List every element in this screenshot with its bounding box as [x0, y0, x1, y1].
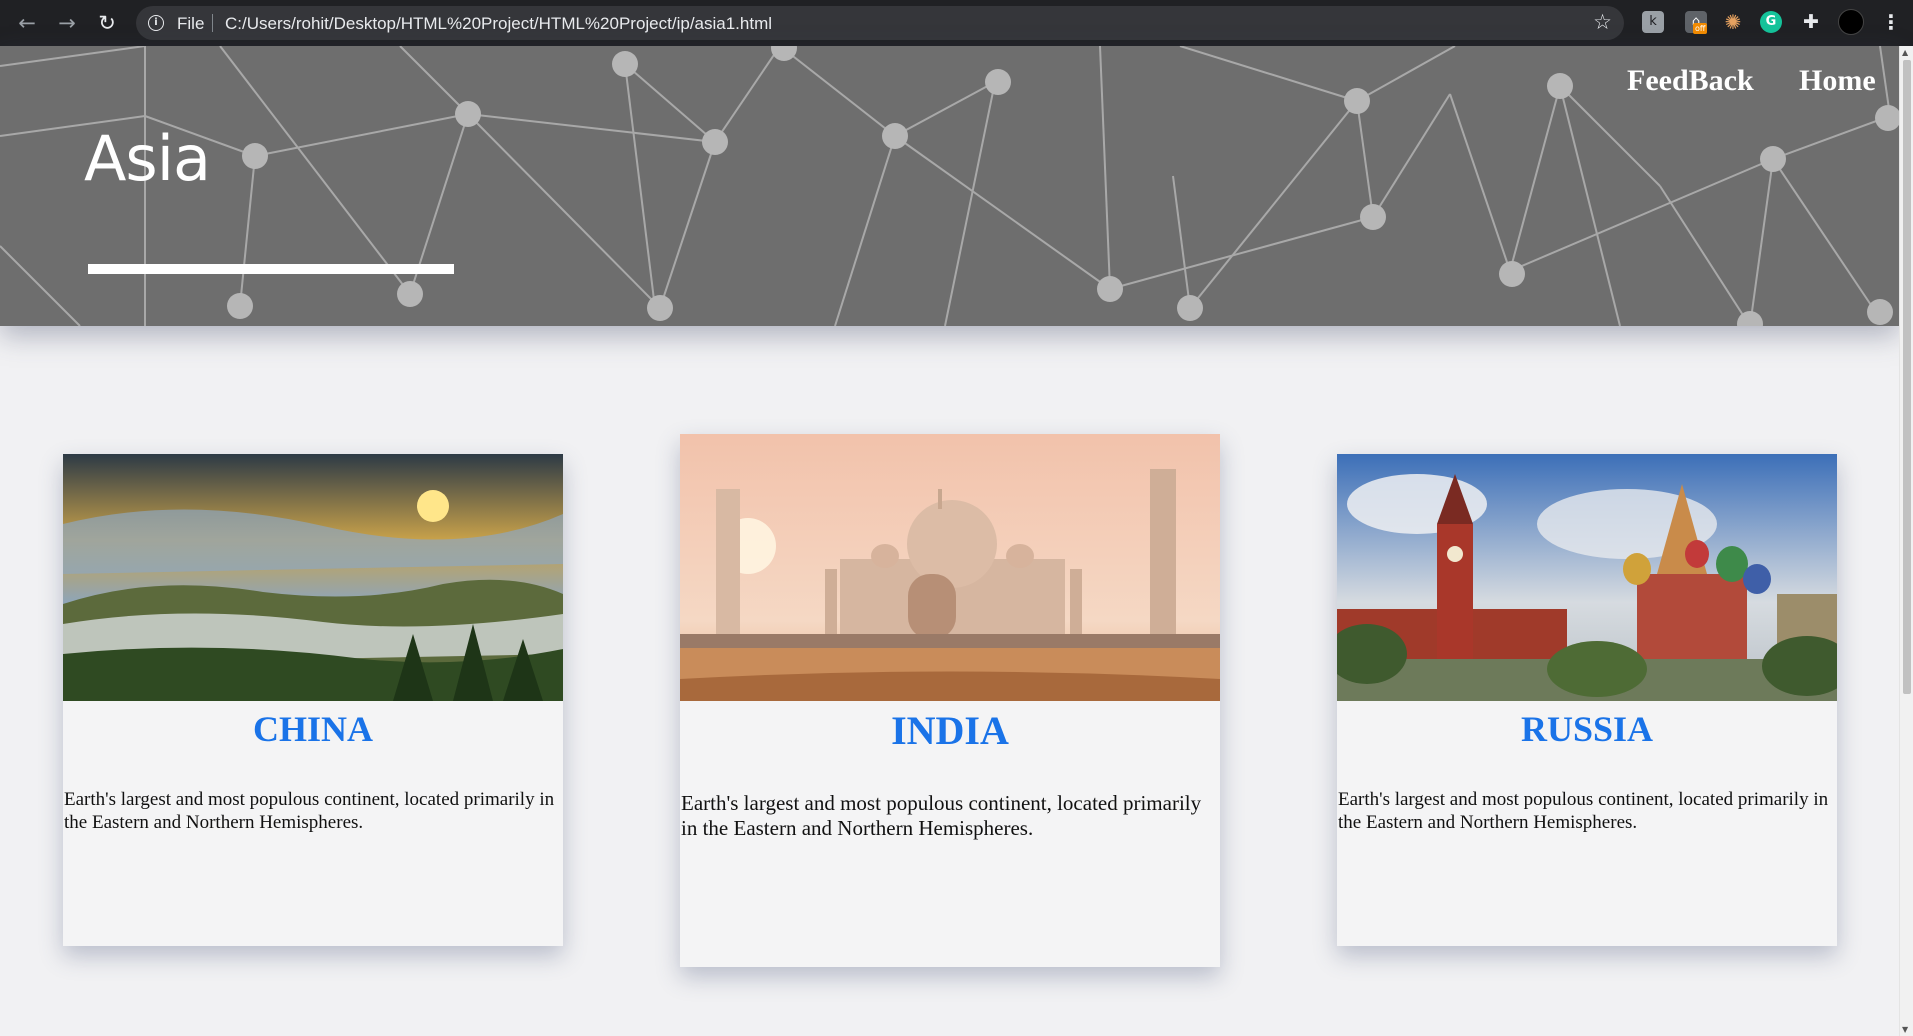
menu-kebab-icon[interactable]: ⋮: [1880, 11, 1902, 33]
scroll-up-icon[interactable]: ▲: [1902, 48, 1908, 57]
scroll-down-icon[interactable]: ▼: [1902, 1025, 1908, 1034]
grammarly-icon[interactable]: G: [1760, 11, 1782, 33]
vertical-scrollbar[interactable]: ▲ ▼: [1899, 46, 1913, 1036]
extension-badge: off: [1693, 23, 1708, 34]
extension-off-icon[interactable]: ⌂ off: [1685, 11, 1708, 34]
cookie-icon[interactable]: ✺: [1722, 11, 1744, 33]
url-text[interactable]: C:/Users/rohit/Desktop/HTML%20Project/HT…: [225, 14, 772, 34]
card-description: Earth's largest and most populous contin…: [681, 791, 1202, 840]
back-icon[interactable]: ←: [12, 8, 42, 38]
card-title: INDIA: [891, 708, 1009, 753]
country-card-russia[interactable]: RUSSIA Earth's largest and most populous…: [1337, 454, 1837, 946]
bookmark-star-icon[interactable]: ☆: [1593, 10, 1612, 34]
title-underline: [88, 264, 454, 274]
reload-icon[interactable]: ↻: [92, 8, 122, 38]
network-pattern: [0, 46, 1899, 326]
country-card-india[interactable]: INDIA Earth's largest and most populous …: [680, 434, 1220, 967]
file-label: File: [177, 14, 205, 33]
page-title: Asia: [84, 122, 211, 195]
extension-icon[interactable]: k: [1642, 11, 1664, 33]
card-title: RUSSIA: [1520, 709, 1654, 749]
scrollbar-thumb[interactable]: [1903, 60, 1911, 694]
profile-avatar[interactable]: [1838, 9, 1864, 35]
divider: [212, 14, 213, 32]
country-card-china[interactable]: CHINA Earth's largest and most populous …: [63, 454, 563, 946]
page: Asia FeedBack Home CHINA Earth's largest…: [0, 46, 1899, 1036]
card-title: CHINA: [252, 709, 373, 749]
forward-icon[interactable]: →: [52, 8, 82, 38]
browser-toolbar: ← → ↻ i File C:/Users/rohit/Desktop/HTML…: [0, 0, 1913, 46]
nav-link-feedback[interactable]: FeedBack: [1627, 64, 1754, 98]
address-bar[interactable]: i File C:/Users/rohit/Desktop/HTML%20Pro…: [136, 6, 1624, 40]
russia-photo: [1337, 454, 1837, 701]
card-description: Earth's largest and most populous contin…: [64, 789, 555, 833]
india-photo: [680, 434, 1220, 701]
card-description: Earth's largest and most populous contin…: [1338, 789, 1829, 833]
extensions-puzzle-icon[interactable]: ✚: [1800, 11, 1822, 33]
china-photo: [63, 454, 563, 701]
nav-link-home[interactable]: Home: [1799, 64, 1876, 98]
info-icon[interactable]: i: [148, 15, 164, 31]
hero-header: Asia FeedBack Home: [0, 46, 1899, 326]
